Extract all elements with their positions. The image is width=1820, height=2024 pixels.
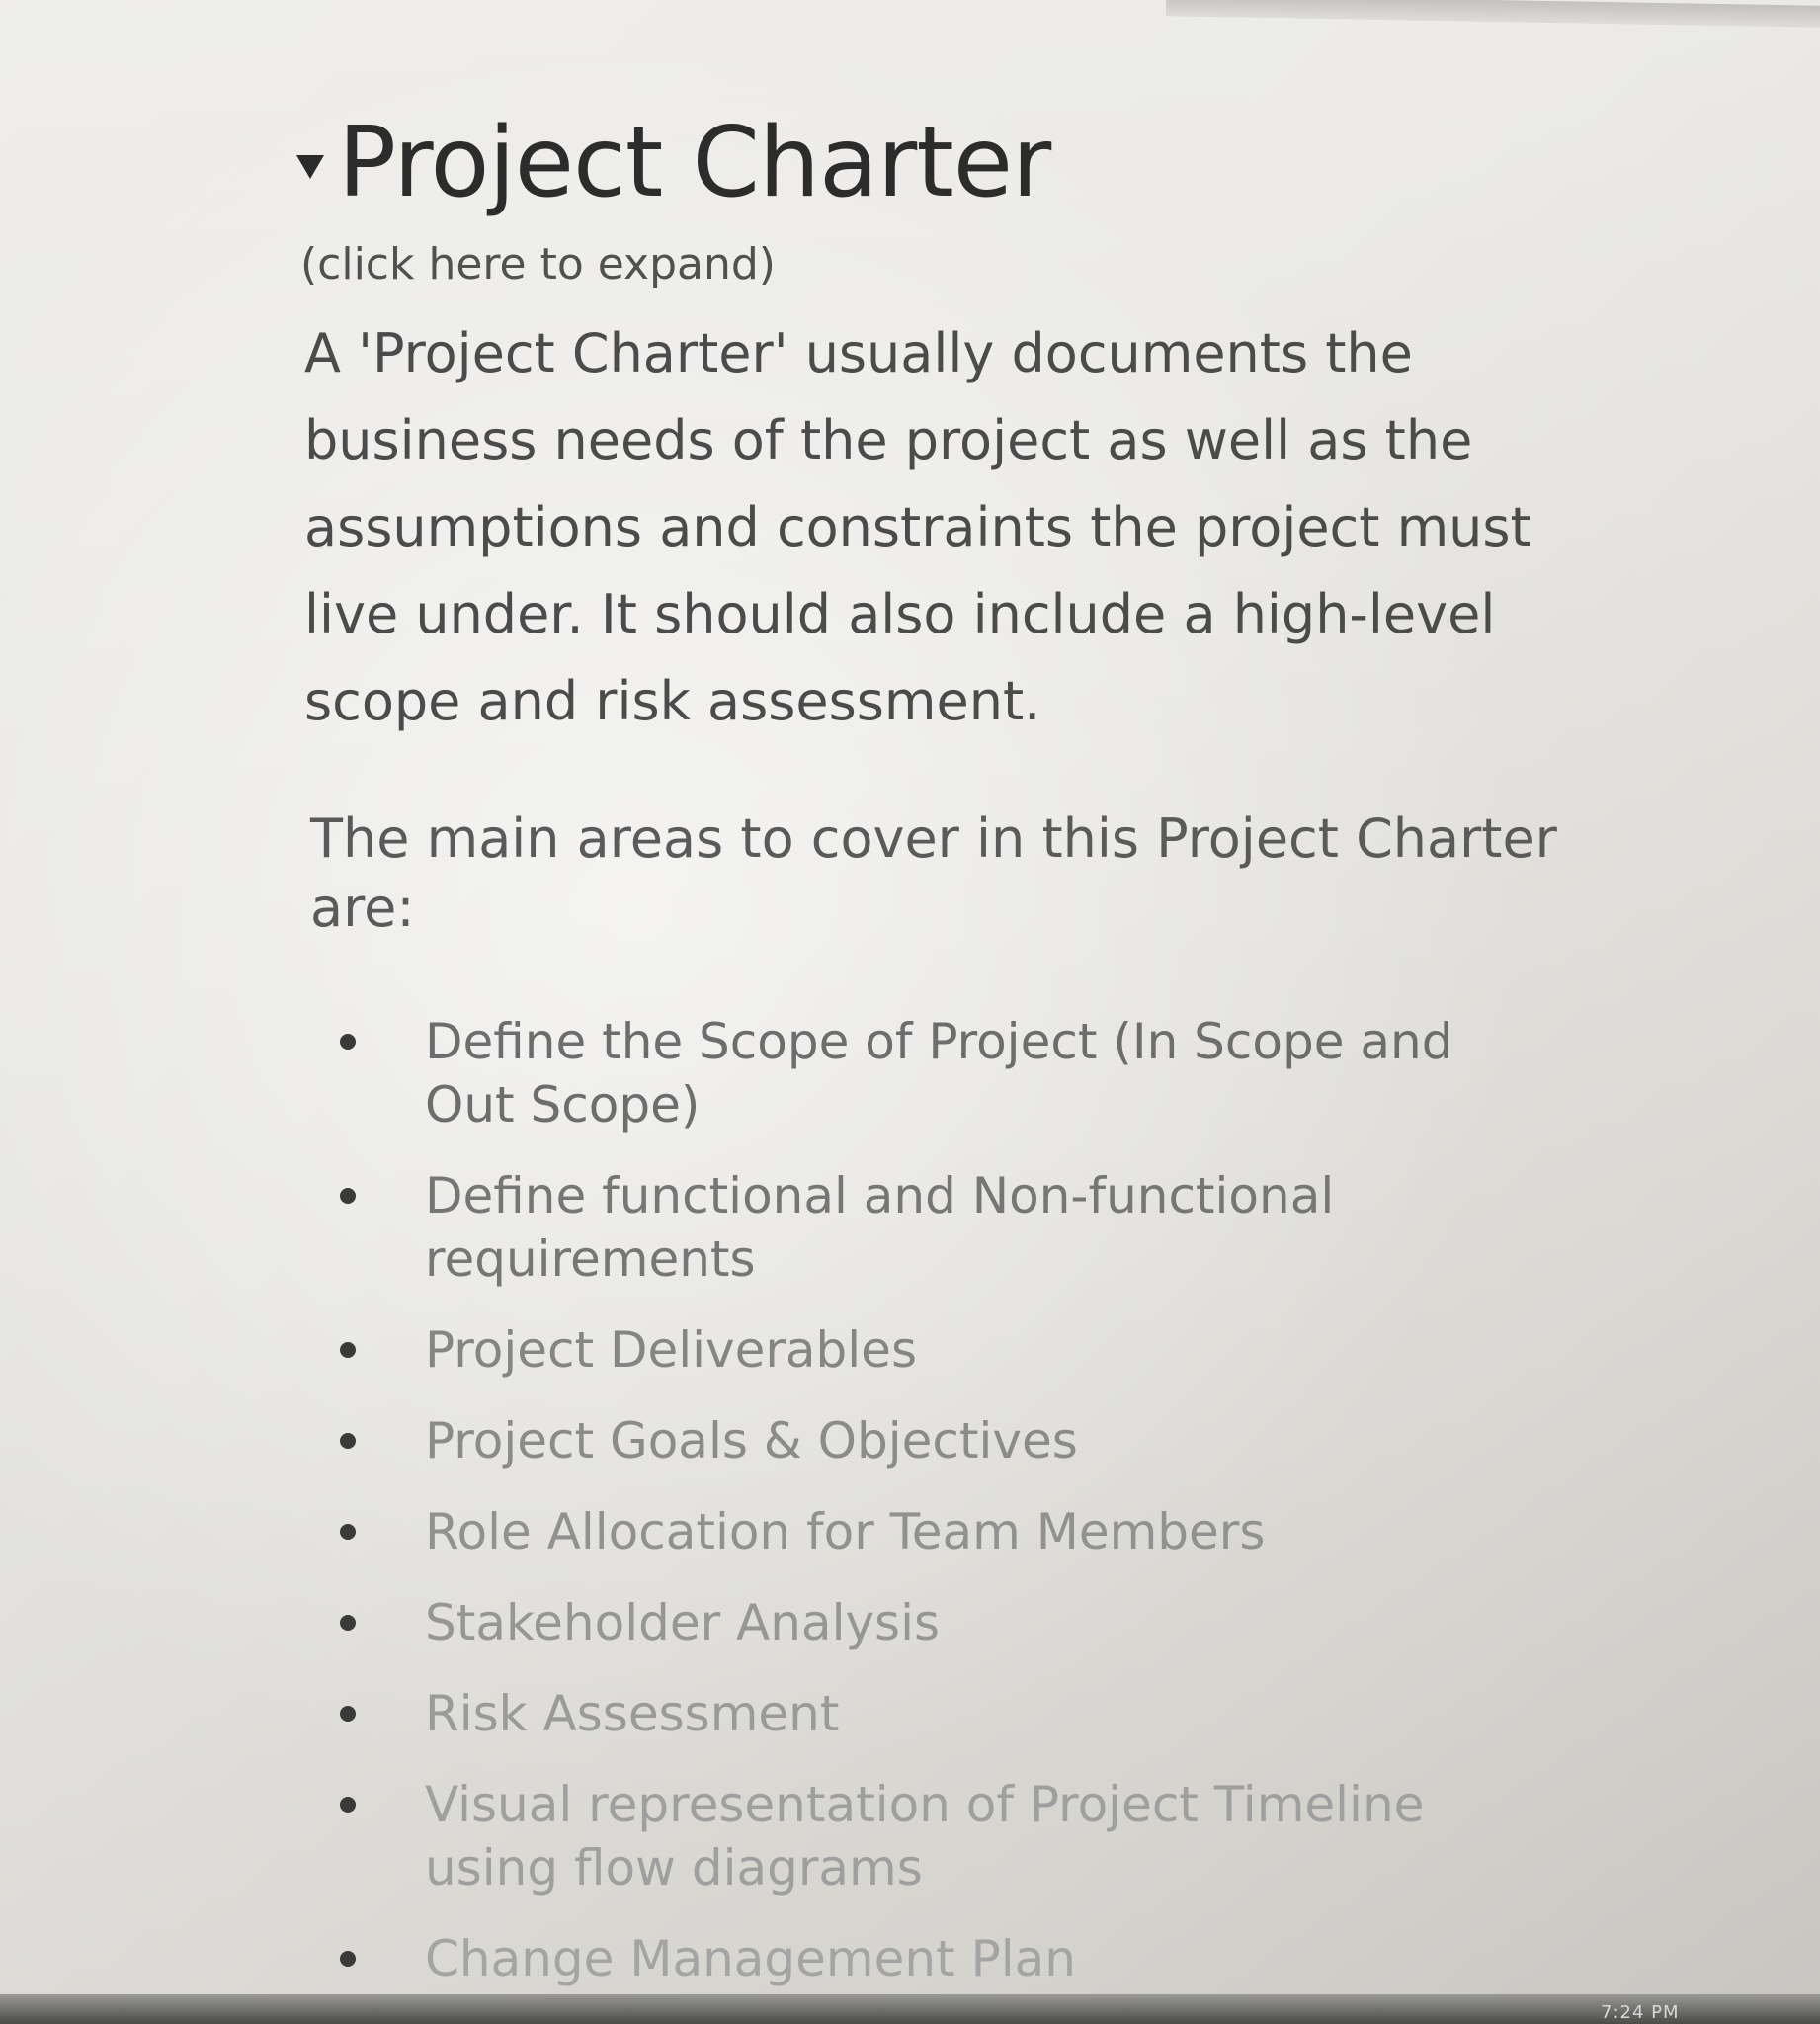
areas-list: Define the Scope of Project (In Scope an…: [296, 1010, 1581, 1990]
list-item-label: Project Goals & Objectives: [425, 1412, 1078, 1470]
list-item: Define the Scope of Project (In Scope an…: [334, 1010, 1531, 1137]
list-item: Risk Assessment: [334, 1682, 1531, 1745]
list-item-label: Change Management Plan: [425, 1930, 1076, 1987]
list-item-label: Define functional and Non-functional req…: [425, 1167, 1335, 1288]
areas-intro: The main areas to cover in this Project …: [310, 807, 1557, 939]
collapsible-section: Project Charter (click here to expand) A…: [296, 99, 1581, 2018]
list-item: Stakeholder Analysis: [334, 1591, 1531, 1654]
collapse-caret-icon[interactable]: [296, 155, 324, 179]
bullet-icon: [340, 1797, 356, 1813]
bullet-icon: [340, 1188, 356, 1204]
list-item: Define functional and Non-functional req…: [334, 1164, 1531, 1291]
list-item: Visual representation of Project Timelin…: [334, 1773, 1531, 1899]
list-item: Project Deliverables: [334, 1318, 1531, 1382]
list-item-label: Visual representation of Project Timelin…: [425, 1776, 1425, 1897]
list-item-label: Risk Assessment: [425, 1685, 840, 1742]
list-item: Role Allocation for Team Members: [334, 1500, 1531, 1563]
section-description: A 'Project Charter' usually documents th…: [304, 322, 1531, 732]
taskbar-clock: 7:24 PM: [1601, 2002, 1680, 2023]
list-item-label: Project Deliverables: [425, 1321, 917, 1379]
screen: Project Charter (click here to expand) A…: [0, 0, 1820, 2024]
bullet-icon: [340, 1951, 356, 1967]
bullet-icon: [340, 1524, 356, 1540]
bullet-icon: [340, 1342, 356, 1358]
bullet-icon: [340, 1615, 356, 1631]
list-item-label: Stakeholder Analysis: [425, 1594, 941, 1651]
list-item: Project Goals & Objectives: [334, 1409, 1531, 1473]
list-item-label: Role Allocation for Team Members: [425, 1503, 1266, 1560]
section-title: Project Charter: [338, 107, 1051, 219]
taskbar: [0, 1994, 1820, 2024]
expand-link[interactable]: (click here to expand): [300, 237, 1581, 293]
bullet-icon: [340, 1433, 356, 1449]
list-item: Change Management Plan: [334, 1927, 1531, 1990]
list-item-label: Define the Scope of Project (In Scope an…: [425, 1013, 1453, 1134]
window-top-edge: [1166, 0, 1820, 28]
section-header[interactable]: Project Charter: [296, 99, 1581, 227]
bullet-icon: [340, 1034, 356, 1050]
bullet-icon: [340, 1706, 356, 1722]
